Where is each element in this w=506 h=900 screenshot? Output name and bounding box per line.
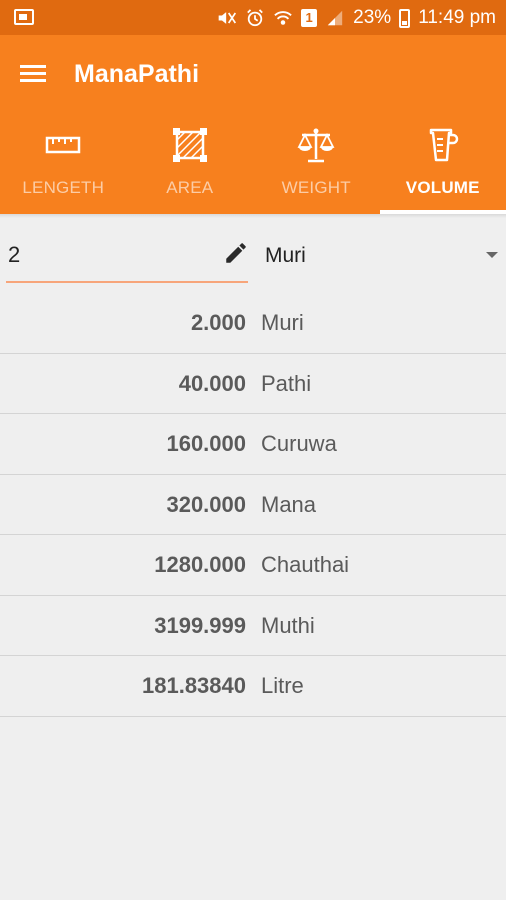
result-unit: Muthi [261,612,315,638]
results-list: 2.000 Muri 40.000 Pathi 160.000 Curuwa 3… [0,293,506,717]
result-value: 40.000 [178,370,246,396]
input-underline [6,281,248,283]
alarm-icon [247,9,263,27]
tab-weight-label: WEIGHT [281,178,351,197]
battery-icon [399,8,411,28]
unit-tabs: LENGETH AREA WEIGHT VOLUME [0,115,506,214]
pencil-icon [226,243,246,263]
tab-area[interactable]: AREA [127,115,254,214]
result-unit: Muri [261,310,304,335]
tab-volume[interactable]: VOLUME [379,115,506,214]
menu-icon[interactable] [20,63,48,85]
list-item: 181.83840 Litre [0,656,506,717]
result-unit: Mana [261,491,317,517]
app-bar: ManaPathi [0,35,506,115]
result-value: 1280.000 [154,552,246,577]
battery-percent: 23% [353,7,392,28]
converter-input-row: Muri [0,220,506,290]
app-title: ManaPathi [74,60,200,88]
list-item: 320.000 Mana [0,475,506,535]
result-value: 2.000 [190,310,246,335]
result-unit: Pathi [261,370,312,396]
list-item: 2.000 Muri [0,293,506,354]
ruler-icon [46,136,81,154]
beaker-icon [429,128,458,162]
tab-area-label: AREA [166,178,214,197]
clock: 11:49 pm [418,7,496,28]
area-icon [172,128,207,162]
result-value: 3199.999 [154,612,246,638]
scale-icon [297,128,335,163]
list-item: 3199.999 Muthi [0,596,506,656]
tab-volume-label: VOLUME [405,178,480,197]
gallery-notification-icon [14,9,34,25]
list-item: 40.000 Pathi [0,354,506,414]
result-unit: Chauthai [261,552,350,577]
tab-length[interactable]: LENGETH [0,115,127,214]
unit-dropdown[interactable]: Muri [258,232,506,278]
result-unit: Curuwa [261,431,337,456]
selected-unit: Muri [265,244,306,267]
result-value: 160.000 [166,431,246,456]
list-item: 1280.000 Chauthai [0,535,506,596]
result-unit: Litre [261,673,304,698]
list-item: 160.000 Curuwa [0,414,506,475]
wifi-icon [274,11,292,25]
tab-shadow [0,214,506,218]
tab-length-label: LENGETH [22,178,105,197]
status-bar: 1 23% 11:49 pm [0,0,506,35]
chevron-down-icon [486,252,498,258]
result-value: 320.000 [166,491,246,517]
result-value: 181.83840 [142,673,246,698]
tab-weight[interactable]: WEIGHT [253,115,380,214]
signal-icon [327,10,343,26]
mute-icon [218,12,237,24]
value-input[interactable] [6,232,222,278]
status-icons: 1 23% 11:49 pm [217,6,496,30]
sim-icon: 1 [301,9,318,27]
